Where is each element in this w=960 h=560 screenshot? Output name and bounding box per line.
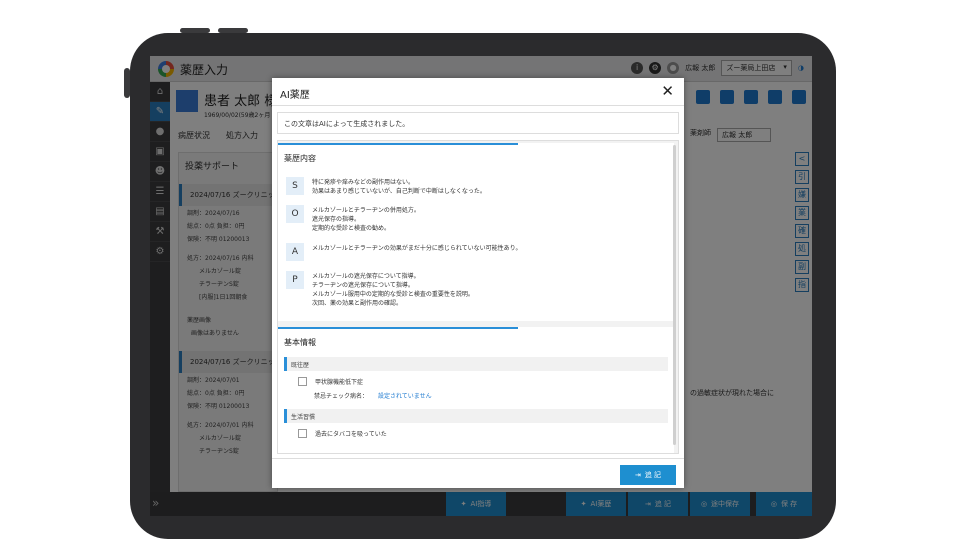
- contraindication-label: 禁忌チェック病名：: [314, 393, 369, 400]
- soap-letter: S: [286, 177, 304, 195]
- history-checkbox[interactable]: [298, 377, 307, 386]
- lifestyle-header: 生活習慣: [284, 409, 668, 423]
- app-screen: 薬歴入力 i ⚙ ● 広報 太郎 ズー薬局上田店 ▾ ◑ ⌂ ✎ ● ▣ ☻ ☰…: [150, 56, 812, 516]
- tablet-volume-button: [218, 28, 248, 33]
- soap-text: 特に発疹や痒みなどの副作用はない。 効果はあまり感じていないが、自己判断で中断は…: [312, 179, 486, 195]
- modal-footer: ⇥ 追 記: [272, 458, 684, 488]
- basic-info-card: 基本情報 既往歴 甲状腺機能低下症 禁忌チェック病名： 設定されていません 生活…: [278, 327, 674, 453]
- section-title: 基本情報: [284, 338, 316, 347]
- card-accent: [278, 327, 518, 329]
- soap-letter: P: [286, 271, 304, 289]
- soap-text: メルカゾールとチラーヂンの併用処方。 遮光保存の指導。 定期的な受診と検査の勧め…: [312, 207, 420, 232]
- add-note-button[interactable]: ⇥ 追 記: [620, 465, 676, 485]
- ai-generated-notice: この文章はAIによって生成されました。: [277, 112, 679, 134]
- tablet-volume-button: [180, 28, 210, 33]
- soap-text: メルカゾールとチラーヂンの効果がまだ十分に感じられていない可能性あり。: [312, 245, 522, 252]
- soap-p-row: P メルカゾールの遮光保存について指導。 チラーヂンの遮光保存について指導。 メ…: [286, 271, 672, 308]
- soap-s-row: S 特に発疹や痒みなどの副作用はない。 効果はあまり感じていないが、自己判断で中…: [286, 177, 672, 196]
- add-note-icon: ⇥: [634, 471, 641, 479]
- ai-history-modal: AI薬歴 ✕ この文章はAIによって生成されました。 薬歴内容 S 特に発疹や痒…: [272, 78, 684, 488]
- soap-o-row: O メルカゾールとチラーヂンの併用処方。 遮光保存の指導。 定期的な受診と検査の…: [286, 205, 672, 233]
- modal-title: AI薬歴: [280, 90, 310, 101]
- history-checkbox-row[interactable]: 甲状腺機能低下症: [298, 377, 363, 386]
- tablet-power-button: [124, 68, 130, 98]
- modal-body[interactable]: 薬歴内容 S 特に発疹や痒みなどの副作用はない。 効果はあまり感じていないが、自…: [277, 140, 679, 454]
- modal-scrollbar[interactable]: [673, 145, 676, 445]
- soap-text: メルカゾールの遮光保存について指導。 チラーヂンの遮光保存について指導。 メルカ…: [312, 273, 474, 307]
- contraindication-link[interactable]: 設定されていません: [378, 393, 432, 400]
- card-accent: [278, 143, 518, 145]
- section-title: 薬歴内容: [284, 154, 316, 163]
- lifestyle-item-label: 過去にタバコを吸っていた: [315, 431, 387, 438]
- contraindication-row: 禁忌チェック病名： 設定されていません: [314, 391, 432, 400]
- soap-a-row: A メルカゾールとチラーヂンの効果がまだ十分に感じられていない可能性あり。: [286, 243, 672, 261]
- lifestyle-checkbox[interactable]: [298, 429, 307, 438]
- close-icon[interactable]: ✕: [661, 82, 674, 100]
- soap-letter: O: [286, 205, 304, 223]
- history-content-card: 薬歴内容 S 特に発疹や痒みなどの副作用はない。 効果はあまり感じていないが、自…: [278, 143, 674, 321]
- soap-letter: A: [286, 243, 304, 261]
- modal-header: AI薬歴 ✕: [272, 78, 684, 106]
- medical-history-header: 既往歴: [284, 357, 668, 371]
- lifestyle-checkbox-row[interactable]: 過去にタバコを吸っていた: [298, 429, 387, 438]
- history-item-label: 甲状腺機能低下症: [315, 379, 364, 386]
